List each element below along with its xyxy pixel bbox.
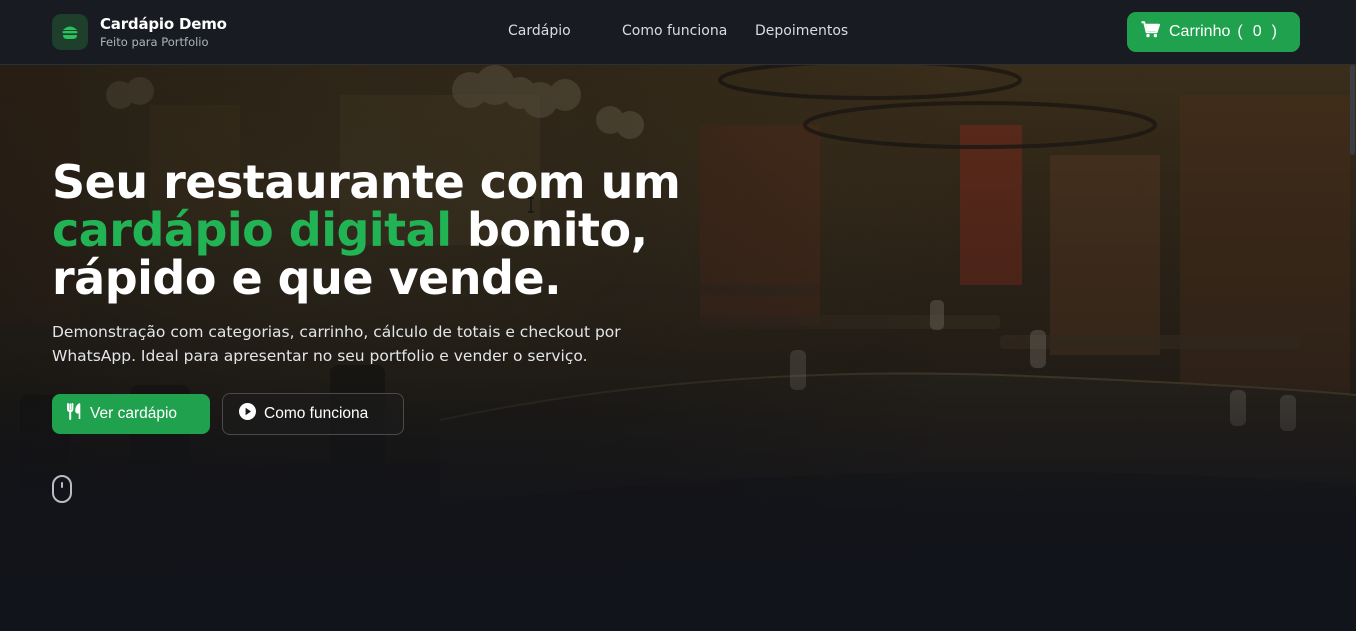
nav-link-como-funciona[interactable]: Como funciona [622,23,727,39]
headline-accent: cardápio digital [52,203,452,257]
hero-headline: Seu restaurante com um cardápio digital … [52,158,752,302]
ver-cardapio-button[interactable]: Ver cardápio [52,394,210,434]
cart-button[interactable]: Carrinho ( 0 ) [1127,12,1300,52]
ver-cardapio-label: Ver cardápio [90,405,178,422]
cart-icon [1141,21,1160,43]
top-navbar: Cardápio Demo Feito para Portfolio Cardá… [0,0,1356,65]
como-funciona-label: Como funciona [264,405,369,422]
cart-label: Carrinho [1169,23,1231,40]
cart-close-paren: ) [1271,23,1277,40]
hero-lead-text: Demonstração com categorias, carrinho, c… [52,323,621,365]
headline-part3: rápido e que vende. [52,251,562,305]
como-funciona-button[interactable]: Como funciona [222,393,404,435]
text-cursor-icon [527,197,535,213]
utensils-icon [67,403,83,425]
nav-link-cardapio[interactable]: Cardápio [508,23,571,39]
hero-section: Seu restaurante com um cardápio digital … [0,65,1356,631]
headline-part1: Seu restaurante com um [52,155,681,209]
page-scrollbar[interactable] [1348,65,1356,631]
play-circle-icon [239,403,256,425]
mouse-icon[interactable] [52,475,72,503]
cart-count: 0 [1252,23,1262,40]
headline-part2: bonito, [451,203,648,257]
nav-link-depoimentos[interactable]: Depoimentos [755,23,848,39]
cart-open-paren: ( [1237,23,1243,40]
scrollbar-thumb[interactable] [1350,65,1355,155]
